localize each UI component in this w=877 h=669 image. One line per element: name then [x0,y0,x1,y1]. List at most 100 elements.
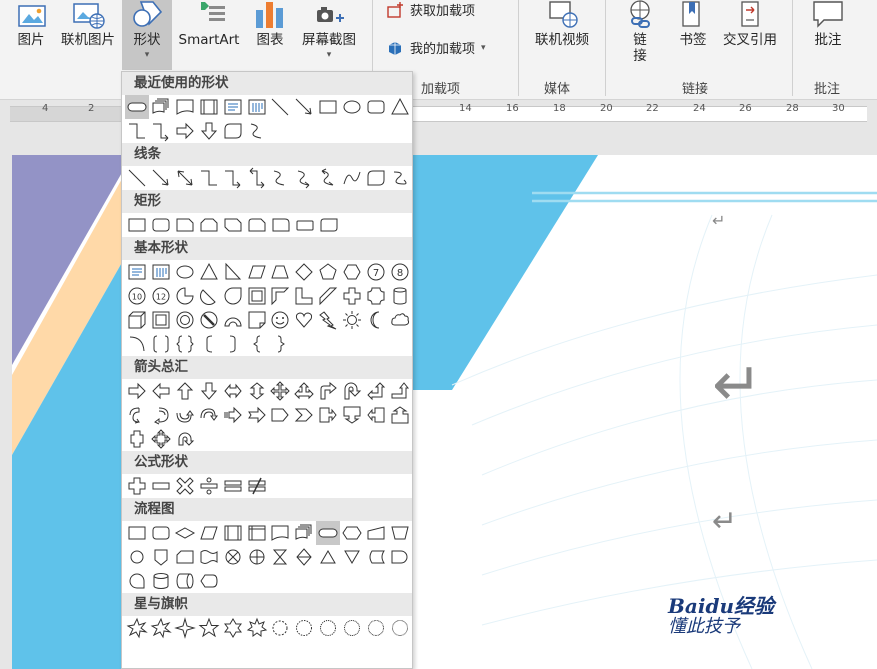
shape-text-box[interactable] [125,260,149,284]
shape-elbow-arrow-connector[interactable] [221,166,245,190]
shape-u-turn-arrow[interactable] [340,379,364,403]
shape-chevron[interactable] [292,403,316,427]
shape-quad-arrow-callout[interactable] [149,427,173,451]
shape-star-7[interactable] [245,616,269,640]
shape-star-16[interactable] [340,616,364,640]
shape-left-arrow[interactable] [149,379,173,403]
shape-flowchart-magnetic-disk[interactable] [149,569,173,593]
shape-right-arrow[interactable] [173,119,197,143]
shape-flowchart-document[interactable] [173,95,197,119]
shape-curved-up-arrow[interactable] [173,403,197,427]
shape-snip-corner-rectangle[interactable] [173,213,197,237]
shape-flowchart-multidocument[interactable] [149,95,173,119]
shape-curved-left-arrow[interactable] [149,403,173,427]
shape-arc[interactable] [125,332,149,356]
shape-flowchart-manual-operation[interactable] [388,521,412,545]
shape-round-diagonal-rectangle[interactable] [317,213,341,237]
shape-flowchart-predefined-process[interactable] [221,521,245,545]
shape-teardrop[interactable] [221,284,245,308]
shape-folded-corner[interactable] [245,308,269,332]
shape-curved-arrow-connector[interactable] [292,166,316,190]
shape-round-same-side-rectangle[interactable] [293,213,317,237]
shape-rounded-rectangle[interactable] [149,213,173,237]
shape-quad-arrow[interactable] [269,379,293,403]
screenshot-button[interactable]: 屏幕截图 ▾ [296,0,362,60]
shape-octagon[interactable]: 8 [388,260,412,284]
shape-bevel[interactable] [149,308,173,332]
shape-right-arrow-callout[interactable] [316,403,340,427]
shape-up-down-arrow-callout[interactable] [125,427,149,451]
shape-explosion-1[interactable] [125,616,149,640]
shape-vertical-text-box[interactable] [245,95,269,119]
shape-half-frame[interactable] [269,284,293,308]
shape-flowchart-predefined-process[interactable] [197,95,221,119]
shape-flowchart-manual-input[interactable] [364,521,388,545]
shape-freeform[interactable] [364,166,388,190]
online-video-button[interactable]: 联机视频 [530,0,594,48]
shape-can[interactable] [388,284,412,308]
shape-explosion-2[interactable] [149,616,173,640]
shape-left-right-up-arrow[interactable] [292,379,316,403]
shape-donut[interactable] [173,308,197,332]
shape-striped-right-arrow[interactable] [221,403,245,427]
shape-cube[interactable] [125,308,149,332]
shape-star-32[interactable] [388,616,412,640]
shape-plaque[interactable] [364,284,388,308]
shape-right-bracket[interactable] [221,332,245,356]
shape-down-arrow[interactable] [197,379,221,403]
shape-diamond[interactable] [292,260,316,284]
shape-flowchart-multidocument[interactable] [292,521,316,545]
link-button[interactable]: 链接 [620,0,660,64]
shape-arrow-line[interactable] [292,95,316,119]
shape-triangle[interactable] [197,260,221,284]
shape-bent-arrow[interactable] [316,379,340,403]
shape-snip-rectangle[interactable] [221,119,245,143]
shape-flowchart-summing-junction[interactable] [221,545,245,569]
shape-block-arc[interactable] [221,308,245,332]
shape-trapezoid[interactable] [269,260,293,284]
shape-curved-double-arrow-connector[interactable] [316,166,340,190]
shape-sun[interactable] [340,308,364,332]
shape-diagonal-stripe[interactable] [316,284,340,308]
shape-right-brace[interactable] [269,332,293,356]
shape-flowchart-sort[interactable] [292,545,316,569]
shape-heptagon[interactable]: 7 [364,260,388,284]
shape-hexagon[interactable] [340,260,364,284]
shape-moon[interactable] [364,308,388,332]
get-addins-button[interactable]: 获取加载项 [386,0,475,19]
shape-round-corner-rectangle[interactable] [269,213,293,237]
shape-curve[interactable] [340,166,364,190]
bookmark-button[interactable]: 书签 [673,0,713,48]
shape-line[interactable] [125,166,149,190]
shape-pentagon-arrow[interactable] [269,403,293,427]
shape-minus[interactable] [149,474,173,498]
shape-divide[interactable] [197,474,221,498]
shape-rounded-rectangle[interactable] [364,95,388,119]
shape-curved-connector[interactable] [245,119,269,143]
shape-parallelogram[interactable] [245,260,269,284]
shape-up-arrow-callout[interactable] [388,403,412,427]
shape-decagon[interactable]: 10 [125,284,149,308]
shape-elbow-double-arrow-connector[interactable] [245,166,269,190]
my-addins-button[interactable]: 我的加载项 ▾ [386,38,486,57]
shape-left-up-arrow[interactable] [364,379,388,403]
shape-star-4[interactable] [173,616,197,640]
shape-notched-right-arrow[interactable] [245,403,269,427]
online-picture-button[interactable]: 联机图片 [56,0,120,48]
shape-down-arrow-callout[interactable] [340,403,364,427]
shape-left-arrow-callout[interactable] [364,403,388,427]
shape-elbow-connector[interactable] [197,166,221,190]
shape-snip-same-side-rectangle[interactable] [197,213,221,237]
shape-plus[interactable] [125,474,149,498]
shape-elbow-connector[interactable] [125,119,149,143]
shape-curved-down-arrow[interactable] [197,403,221,427]
shape-double-brace[interactable] [173,332,197,356]
shape-multiply[interactable] [173,474,197,498]
shape-heart[interactable] [292,308,316,332]
smartart-button[interactable]: SmartArt [175,0,243,48]
shape-text-box[interactable] [221,95,245,119]
shape-cross[interactable] [340,284,364,308]
shape-star-8[interactable] [269,616,293,640]
shape-curved-connector[interactable] [269,166,293,190]
shape-star-6[interactable] [221,616,245,640]
